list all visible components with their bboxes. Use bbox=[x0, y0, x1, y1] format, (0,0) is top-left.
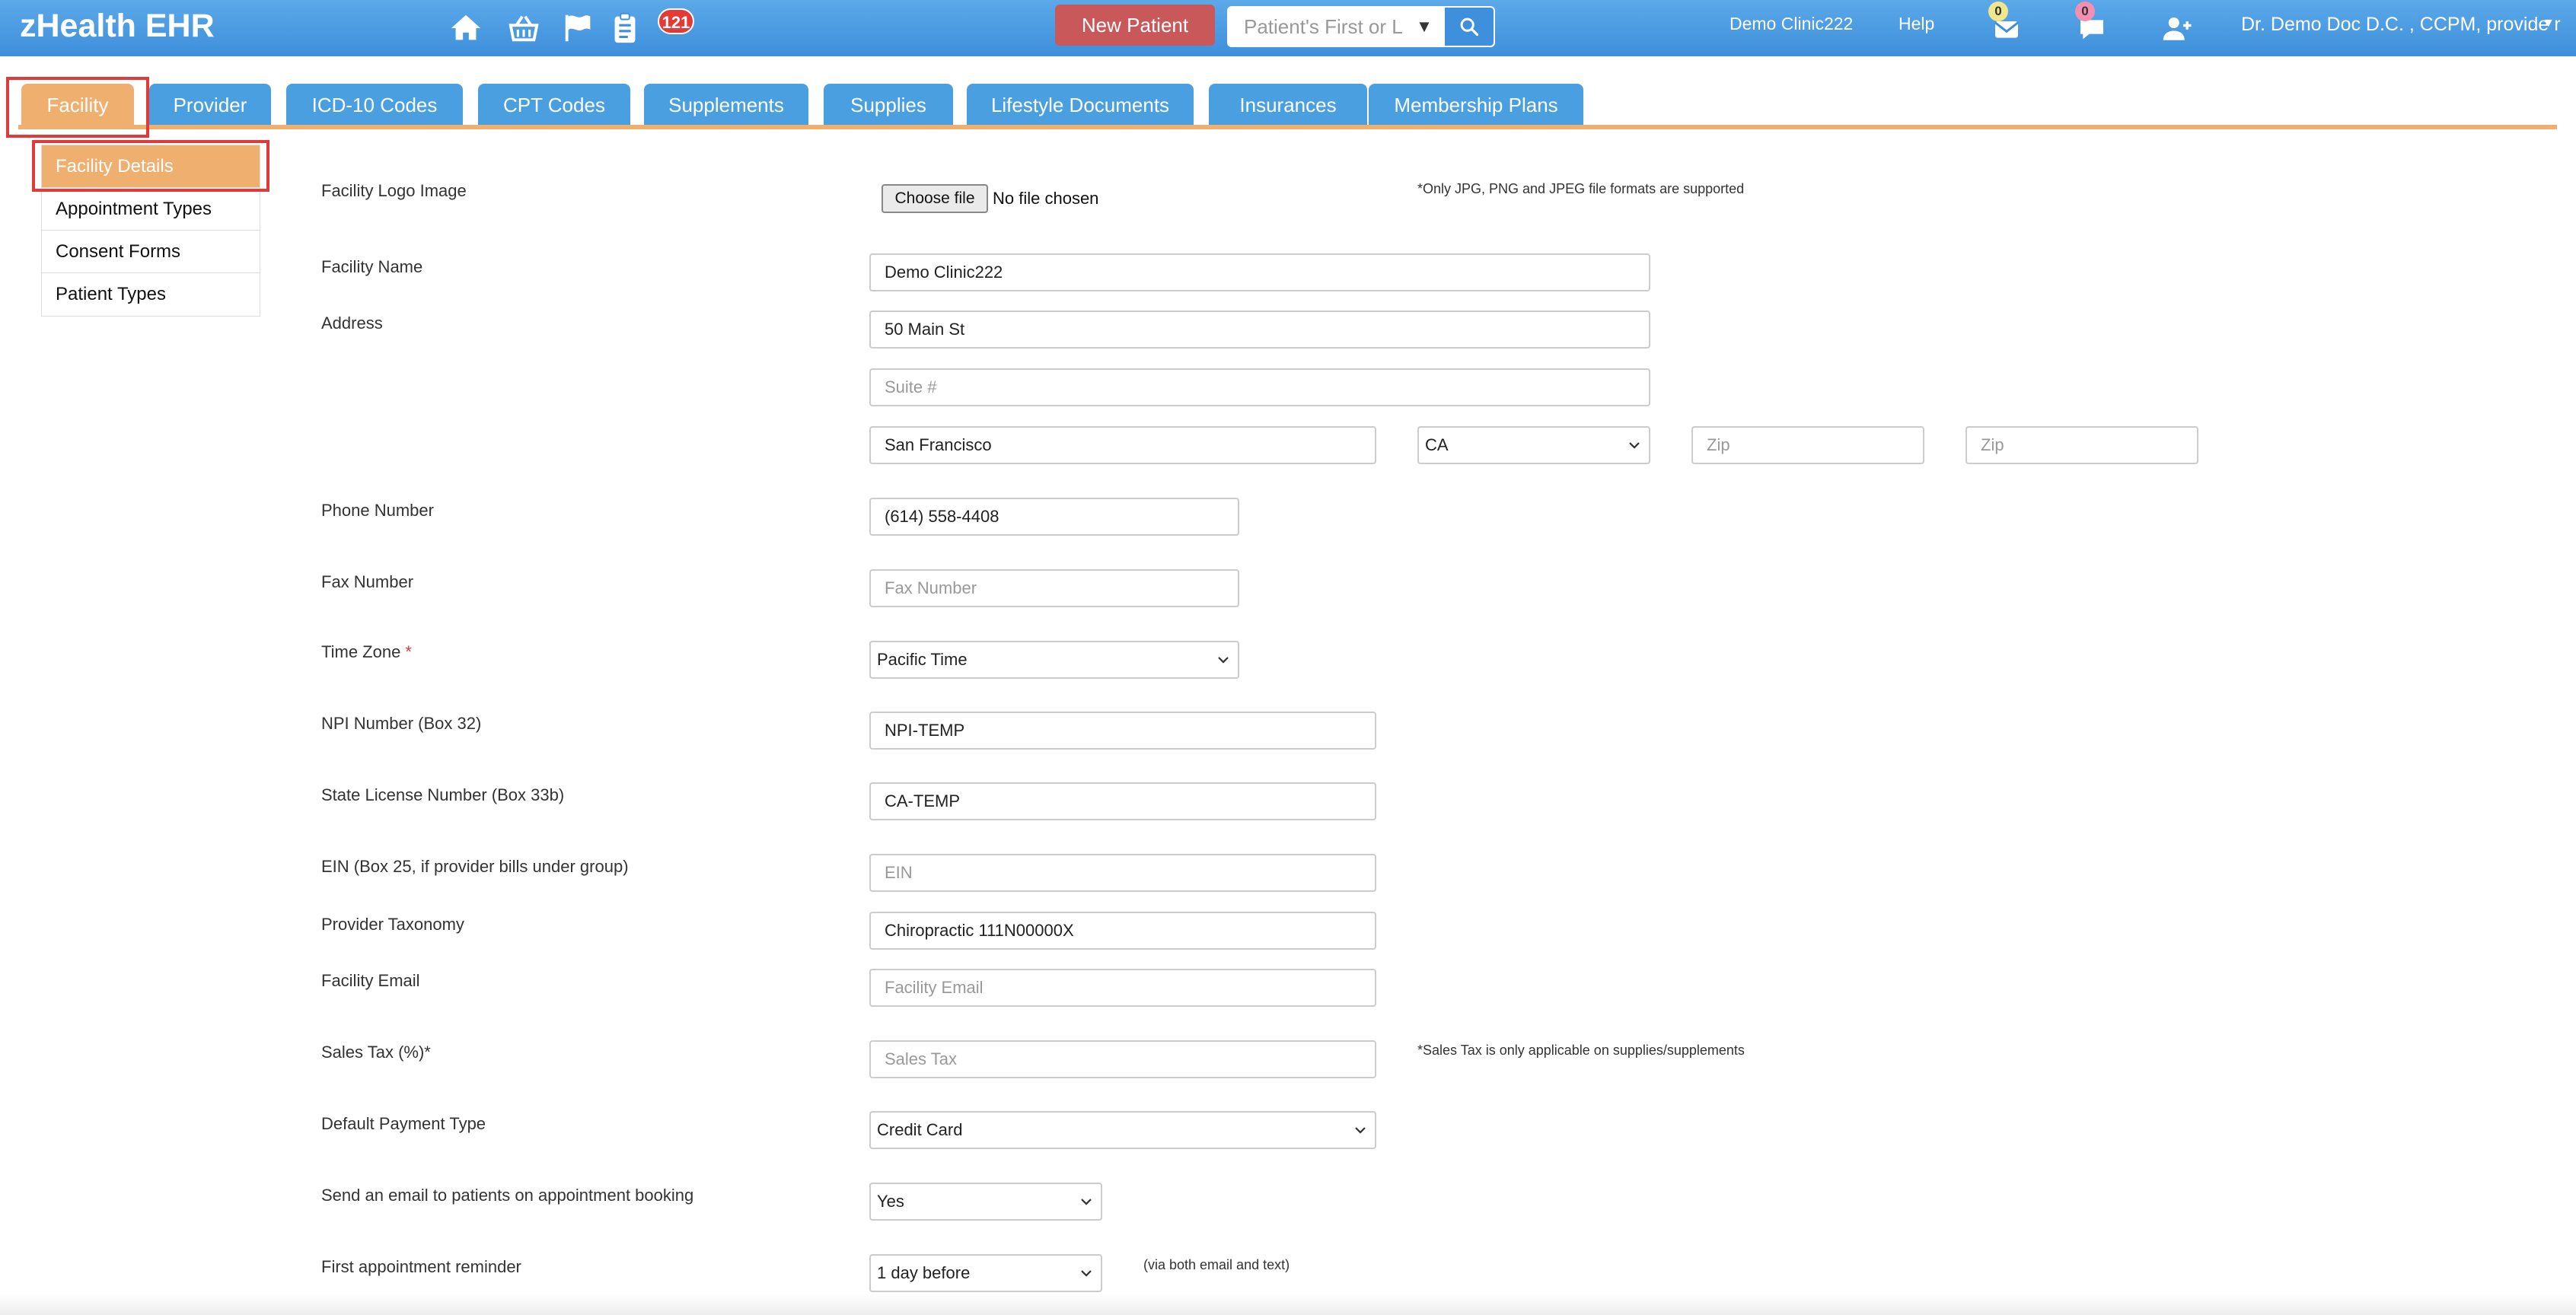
time-zone-label: Time Zone * bbox=[321, 642, 412, 661]
search-dropdown-icon[interactable]: ▼ bbox=[1405, 8, 1443, 46]
side-item-consent-forms[interactable]: Consent Forms bbox=[42, 231, 260, 273]
tab-supplements[interactable]: Supplements bbox=[644, 84, 808, 126]
side-item-patient-types[interactable]: Patient Types bbox=[42, 273, 260, 316]
user-menu-caret-icon[interactable]: ▼ bbox=[2543, 17, 2555, 30]
search-icon bbox=[1460, 18, 1479, 37]
time-zone-select[interactable]: Pacific Time bbox=[869, 641, 1239, 679]
send-email-select[interactable]: Yes bbox=[869, 1183, 1102, 1221]
facility-email-label: Facility Email bbox=[321, 971, 420, 990]
side-item-appointment-types[interactable]: Appointment Types bbox=[42, 188, 260, 231]
sales-tax-note: *Sales Tax is only applicable on supplie… bbox=[1417, 1043, 1745, 1058]
tab-provider[interactable]: Provider bbox=[149, 84, 271, 126]
basket-icon[interactable] bbox=[506, 11, 541, 46]
chat-count-badge: 0 bbox=[2075, 2, 2095, 21]
phone-input[interactable] bbox=[869, 498, 1239, 536]
npi-label: NPI Number (Box 32) bbox=[321, 714, 482, 733]
payment-type-select[interactable]: Credit Card bbox=[869, 1111, 1376, 1149]
file-status: No file chosen bbox=[993, 189, 1099, 208]
chevron-down-icon bbox=[1081, 1199, 1092, 1205]
clinic-switcher[interactable]: Demo Clinic222 bbox=[1730, 14, 1853, 34]
taxonomy-label: Provider Taxonomy bbox=[321, 915, 464, 934]
clipboard-icon[interactable] bbox=[607, 11, 642, 46]
time-zone-select-value: Pacific Time bbox=[877, 650, 968, 669]
address-line1-input[interactable] bbox=[869, 310, 1650, 349]
highlight-box-facility-details bbox=[32, 140, 269, 192]
user-menu[interactable]: Dr. Demo Doc D.C. , CCPM, provide r bbox=[2241, 14, 2561, 36]
suite-input[interactable] bbox=[869, 368, 1650, 406]
choose-file-button[interactable]: Choose file bbox=[882, 184, 988, 213]
search-button[interactable] bbox=[1445, 8, 1494, 46]
sales-tax-input[interactable] bbox=[869, 1040, 1376, 1078]
new-patient-button[interactable]: New Patient bbox=[1055, 5, 1215, 46]
patient-search-input[interactable] bbox=[1229, 8, 1402, 46]
chevron-down-icon bbox=[1355, 1127, 1366, 1134]
tab-supplies[interactable]: Supplies bbox=[824, 84, 953, 126]
facility-name-input[interactable] bbox=[869, 253, 1650, 291]
zip-extension-input[interactable] bbox=[1965, 426, 2198, 464]
payment-type-label: Default Payment Type bbox=[321, 1114, 486, 1133]
phone-label: Phone Number bbox=[321, 501, 434, 520]
chevron-down-icon bbox=[1629, 442, 1640, 449]
home-icon[interactable] bbox=[448, 11, 483, 46]
tab-membership-plans[interactable]: Membership Plans bbox=[1369, 84, 1583, 126]
facility-name-label: Facility Name bbox=[321, 257, 423, 276]
address-label: Address bbox=[321, 314, 383, 333]
logo-format-note: *Only JPG, PNG and JPEG file formats are… bbox=[1417, 181, 1745, 196]
task-count-badge[interactable]: 121 bbox=[658, 8, 694, 34]
logo-label: Facility Logo Image bbox=[321, 181, 467, 200]
fax-label: Fax Number bbox=[321, 572, 414, 591]
top-navigation-bar: zHealth EHR 121 New Patient ▼ Demo Clini… bbox=[0, 0, 2576, 56]
zip-input[interactable] bbox=[1691, 426, 1924, 464]
flag-icon[interactable] bbox=[561, 11, 596, 46]
fax-input[interactable] bbox=[869, 569, 1239, 607]
first-reminder-label: First appointment reminder bbox=[321, 1257, 521, 1276]
first-reminder-select[interactable]: 1 day before bbox=[869, 1254, 1102, 1292]
tab-lifestyle-documents[interactable]: Lifestyle Documents bbox=[967, 84, 1194, 126]
ein-input[interactable] bbox=[869, 854, 1376, 892]
state-license-label: State License Number (Box 33b) bbox=[321, 785, 565, 804]
sales-tax-label: Sales Tax (%)* bbox=[321, 1043, 431, 1062]
patient-search: ▼ bbox=[1227, 6, 1495, 47]
tab-cpt-codes[interactable]: CPT Codes bbox=[478, 84, 630, 126]
chevron-down-icon bbox=[1081, 1270, 1092, 1277]
state-select[interactable]: CA bbox=[1417, 426, 1650, 464]
send-email-label: Send an email to patients on appointment… bbox=[321, 1186, 694, 1205]
payment-type-select-value: Credit Card bbox=[877, 1120, 963, 1139]
tab-icd10-codes[interactable]: ICD-10 Codes bbox=[286, 84, 463, 126]
taxonomy-input[interactable] bbox=[869, 912, 1376, 950]
app-brand[interactable]: zHealth EHR bbox=[20, 8, 215, 45]
tab-underline bbox=[18, 125, 2557, 129]
city-input[interactable] bbox=[869, 426, 1376, 464]
facility-email-input[interactable] bbox=[869, 969, 1376, 1007]
send-email-select-value: Yes bbox=[877, 1192, 904, 1211]
mail-count-badge: 0 bbox=[1988, 2, 2008, 21]
state-select-value: CA bbox=[1425, 435, 1449, 454]
highlight-box-facility-tab bbox=[6, 77, 149, 138]
bottom-scroll-fade bbox=[0, 1294, 2576, 1315]
help-link[interactable]: Help bbox=[1899, 14, 1934, 34]
ein-label: EIN (Box 25, if provider bills under gro… bbox=[321, 857, 629, 876]
state-license-input[interactable] bbox=[869, 782, 1376, 820]
chevron-down-icon bbox=[1218, 657, 1229, 664]
add-user-icon[interactable] bbox=[2162, 12, 2194, 44]
first-reminder-note: (via both email and text) bbox=[1143, 1257, 1290, 1272]
npi-input[interactable] bbox=[869, 712, 1376, 750]
first-reminder-select-value: 1 day before bbox=[877, 1263, 971, 1282]
required-marker: * bbox=[405, 642, 412, 661]
tab-insurances[interactable]: Insurances bbox=[1209, 84, 1367, 126]
